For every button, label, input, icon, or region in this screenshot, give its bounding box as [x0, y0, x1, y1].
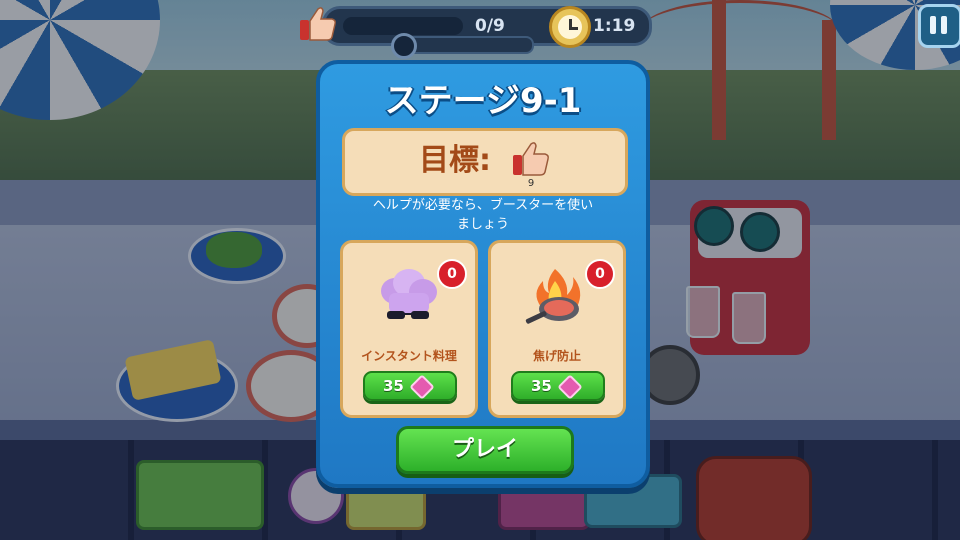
level-progress-knob [391, 33, 417, 59]
thumbs-up-icon [513, 142, 549, 176]
booster-instant-cook[interactable]: 0 インスタント料理 35 [340, 240, 478, 418]
play-button-label: プレイ [451, 437, 518, 462]
stage-start-dialog: ステージ9-1 目標: 9 ヘルプが必要なら、ブースターを使い ましょう 0 イ… [316, 60, 650, 488]
goal-panel: 目標: 9 [342, 128, 628, 196]
booster-count-badge: 0 [585, 259, 615, 289]
play-button[interactable]: プレイ [396, 426, 574, 474]
buy-booster-button[interactable]: 35 [511, 371, 605, 401]
timer-text: 1:19 [593, 16, 636, 36]
stage-title: ステージ9-1 [384, 81, 582, 121]
flaming-pan-icon [525, 269, 581, 324]
booster-price: 35 [531, 377, 552, 395]
gem-icon [557, 374, 583, 400]
help-text-line-2: ましょう [456, 217, 509, 232]
booster-help-text: ヘルプが必要なら、ブースターを使い ましょう [350, 196, 616, 236]
booster-anti-burn[interactable]: 0 焦げ防止 35 [488, 240, 626, 418]
booster-name: 焦げ防止 [532, 349, 581, 363]
booster-count-badge: 0 [437, 259, 467, 289]
buy-booster-button[interactable]: 35 [363, 371, 457, 401]
goal-count: 9 [527, 178, 535, 189]
pause-button[interactable] [918, 4, 960, 48]
gem-icon [409, 374, 435, 400]
chef-hat-sunglasses-icon [381, 269, 437, 319]
help-text-line-1: ヘルプが必要なら、ブースターを使い [372, 198, 594, 213]
booster-name: インスタント料理 [361, 349, 457, 363]
pause-icon [930, 16, 936, 34]
stopwatch-icon [549, 6, 591, 48]
thumbs-up-icon [300, 7, 336, 41]
booster-price: 35 [383, 377, 404, 395]
